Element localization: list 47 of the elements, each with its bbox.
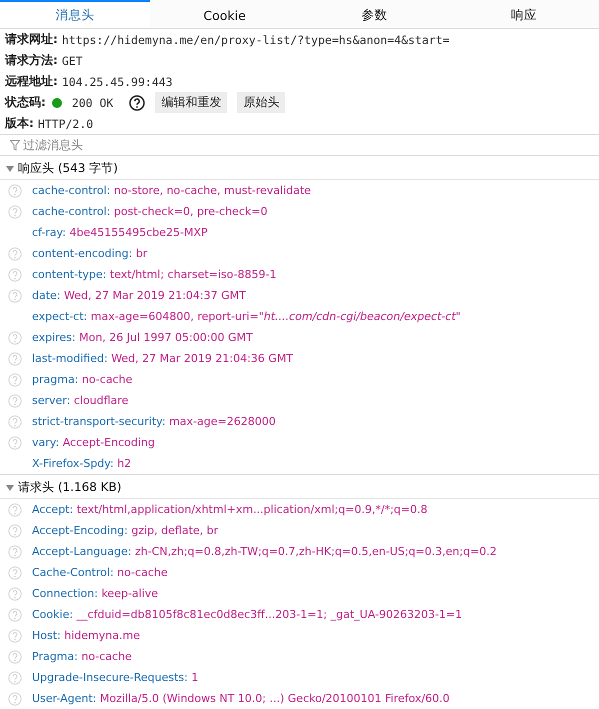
header-line: strict-transport-security: max-age=2628000	[32, 415, 276, 428]
field-value: 104.25.45.99:443	[62, 74, 173, 88]
section-title[interactable]: 响应头 (543 字节)	[18, 160, 118, 177]
header-line: cache-control: post-check=0, pre-check=0	[32, 205, 268, 218]
header-line: User-Agent: Mozilla/5.0 (Windows NT 10.0; ...) Gecko/20100101 Firefox/60.0	[32, 692, 450, 705]
header-line: Connection: keep-alive	[32, 587, 158, 600]
field-label: 请求方法:	[5, 52, 58, 69]
header-line: cf-ray: 4be45155495cbe25-MXP	[32, 226, 208, 239]
header-line: content-encoding: br	[32, 247, 148, 260]
status-code: 200 OK	[72, 96, 114, 110]
header-line: Host: hidemyna.me	[32, 629, 140, 642]
header-line: expires: Mon, 26 Jul 1997 05:00:00 GMT	[32, 331, 253, 344]
header-line: cache-control: no-store, no-cache, must-revalidate	[32, 184, 311, 197]
field-value: https://hidemyna.me/en/proxy-list/?type=hs&anon=4&start=	[62, 32, 450, 46]
tab[interactable]: 参数	[300, 0, 450, 28]
header-button[interactable]: 编辑和重发	[155, 92, 228, 113]
section-title[interactable]: 请求头 (1.168 KB)	[18, 479, 122, 496]
help-icon[interactable]	[129, 94, 146, 110]
header-line: Accept-Language: zh-CN,zh;q=0.8,zh-TW;q=0.7,zh-HK;q=0.5,en-US;q=0.3,en;q=0.2	[32, 545, 497, 558]
field-value: HTTP/2.0	[38, 116, 94, 130]
field-label: 版本:	[5, 115, 34, 132]
filter-icon	[10, 140, 20, 150]
header-line: expect-ct: max-age=604800, report-uri="ht....com/cdn-cgi/beacon/expect-ct"	[32, 310, 461, 323]
expanded-triangle-icon[interactable]	[5, 484, 15, 492]
header-line: X-Firefox-Spdy: h2	[32, 457, 132, 470]
tab[interactable]: 消息头	[0, 0, 150, 28]
tab[interactable]: Cookie	[150, 0, 300, 28]
expanded-triangle-icon[interactable]	[5, 164, 15, 172]
header-line: Cache-Control: no-cache	[32, 566, 168, 579]
header-line: vary: Accept-Encoding	[32, 436, 155, 449]
header-line: date: Wed, 27 Mar 2019 21:04:37 GMT	[32, 289, 246, 302]
field-label: 请求网址:	[5, 31, 58, 48]
header-line: last-modified: Wed, 27 Mar 2019 21:04:36 GMT	[32, 352, 294, 365]
field-label: 远程地址:	[5, 73, 58, 90]
header-line: Accept-Encoding: gzip, deflate, br	[32, 524, 218, 537]
header-line: Upgrade-Insecure-Requests: 1	[32, 671, 198, 684]
header-line: content-type: text/html; charset=iso-8859-1	[32, 268, 277, 281]
header-line: pragma: no-cache	[32, 373, 132, 386]
header-line: server: cloudflare	[32, 394, 128, 407]
header-line: Pragma: no-cache	[32, 650, 132, 663]
field-label: 状态码:	[5, 94, 46, 111]
filter-field[interactable]: 过滤消息头	[23, 138, 599, 152]
field-value: GET	[62, 54, 83, 68]
header-line: Accept: text/html,application/xhtml+xm...plication/xml;q=0.9,*/*;q=0.8	[32, 503, 428, 516]
header-button[interactable]: 原始头	[237, 92, 286, 113]
header-line: Cookie: __cfduid=db8105f8c81ec0d8ec3ff...203-1=1; _gat_UA-90263203-1=1	[32, 608, 462, 621]
tab[interactable]: 响应	[449, 0, 599, 28]
